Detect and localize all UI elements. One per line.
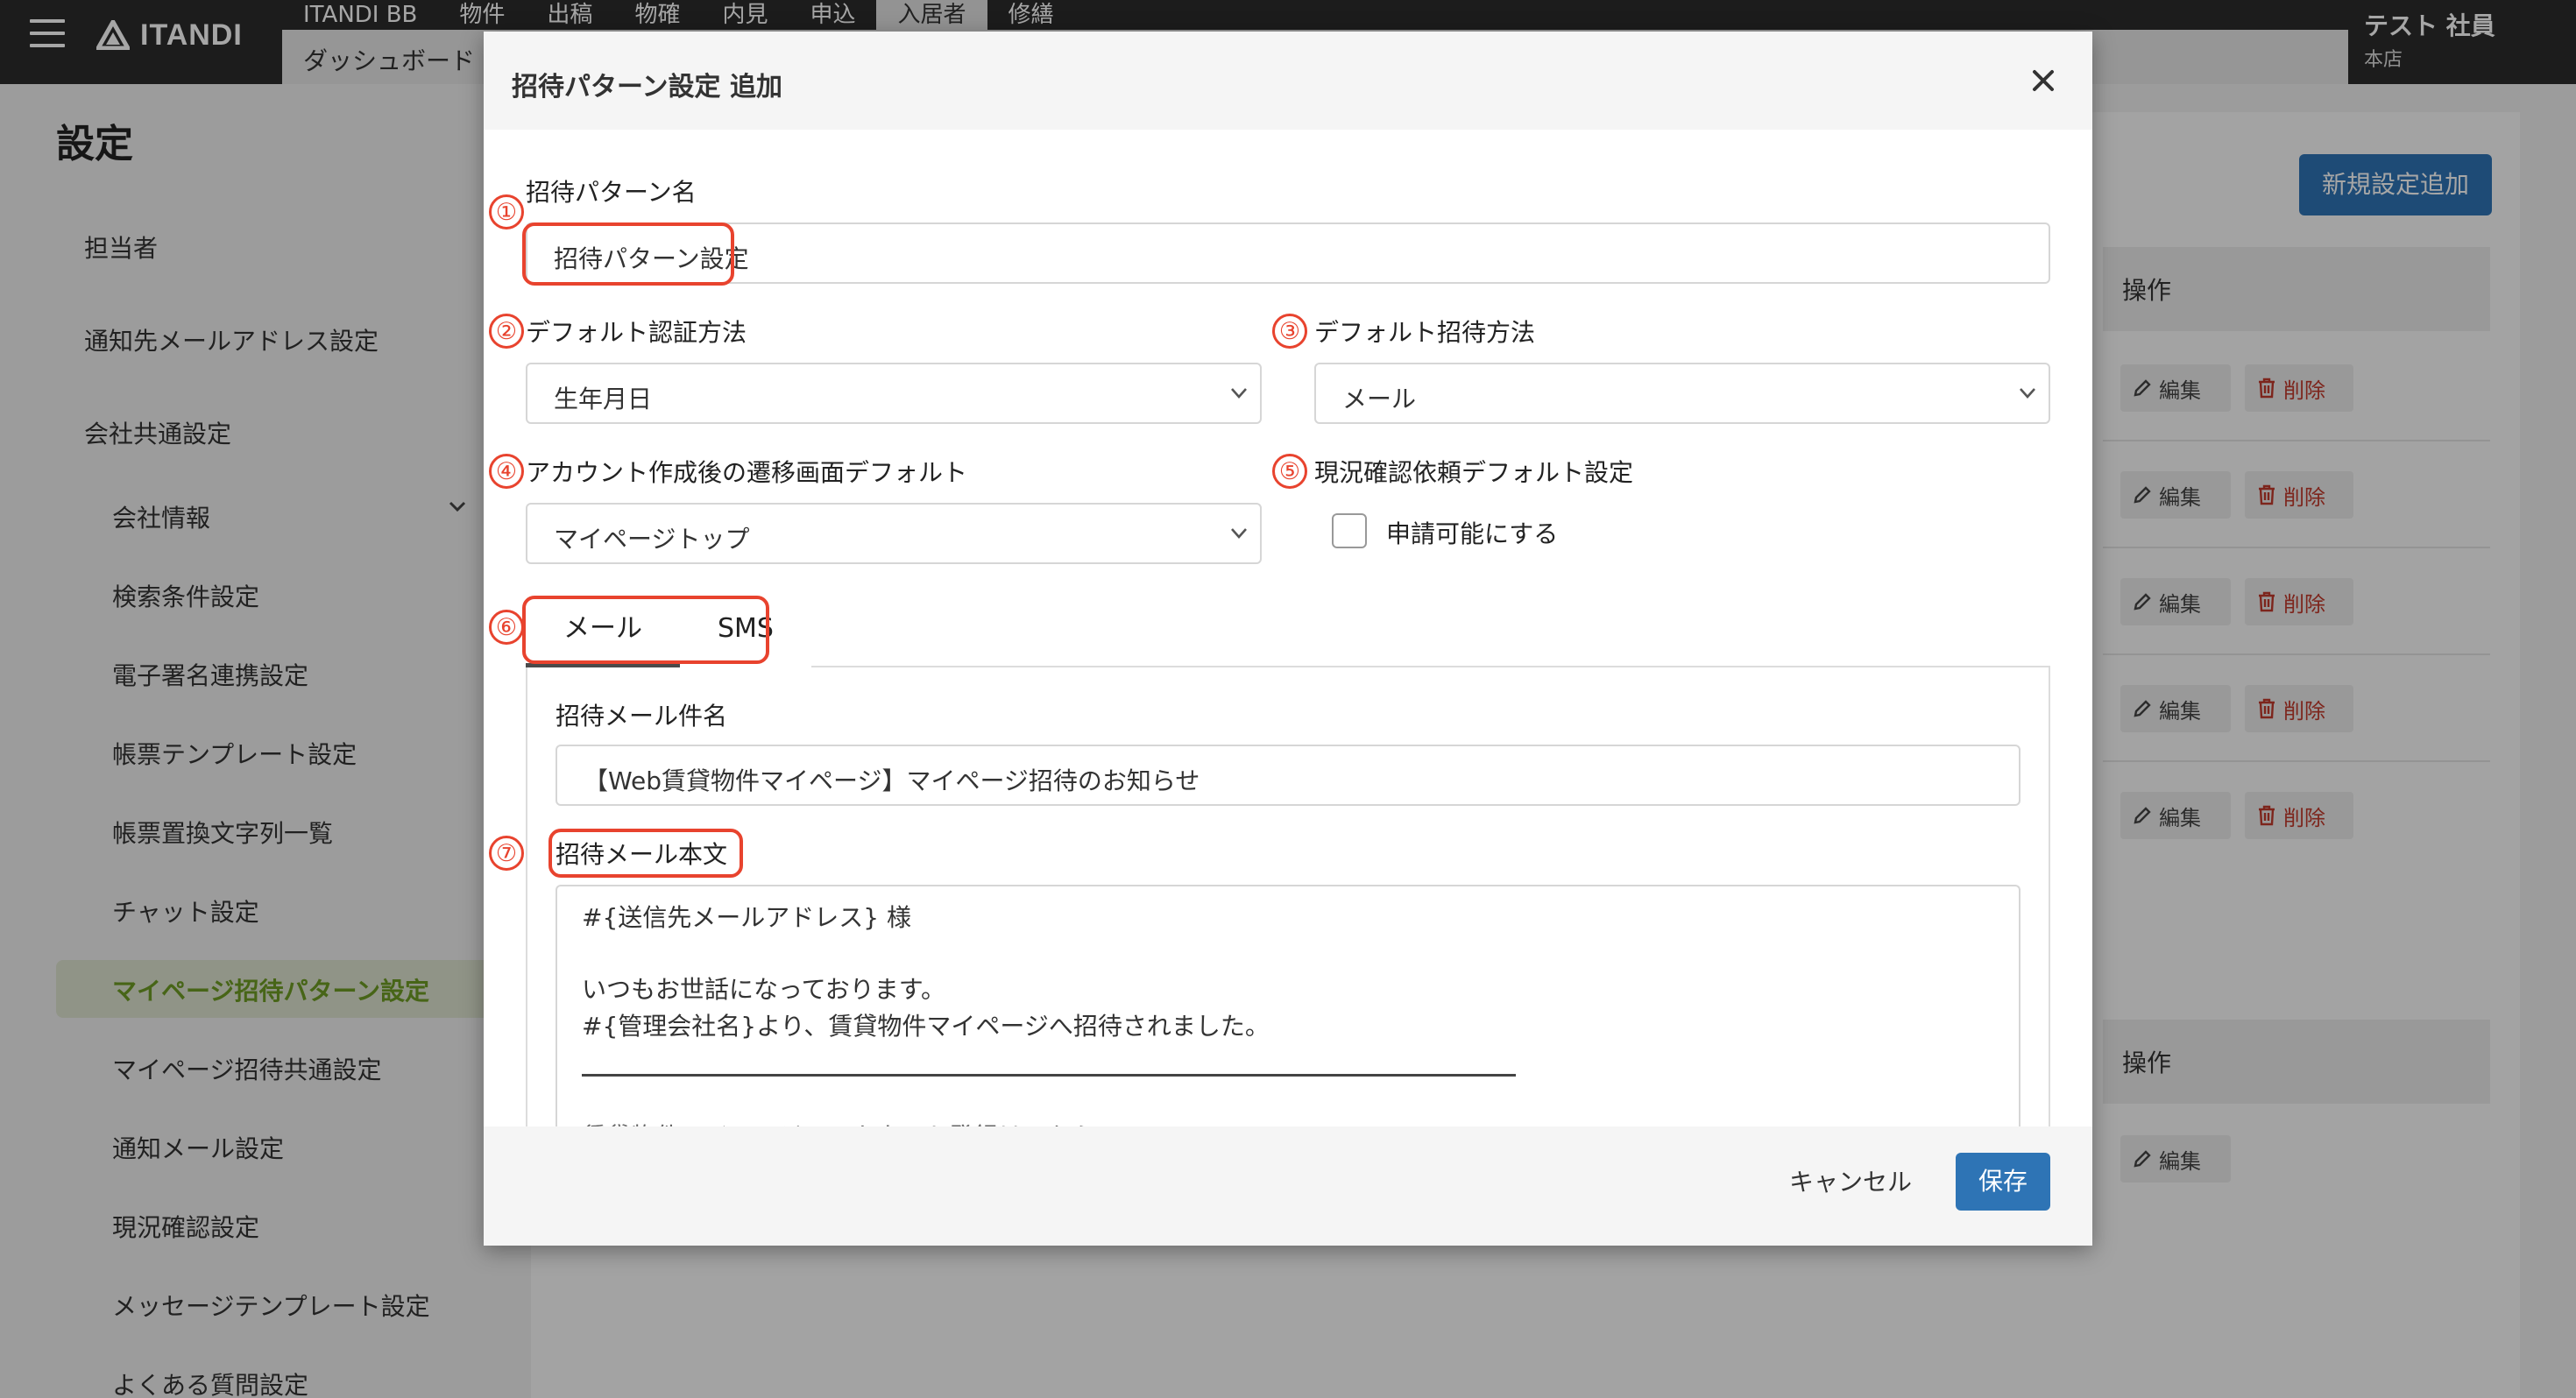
status-check-option[interactable]: 申請可能にする: [1386, 515, 1558, 550]
invite-method-label: デフォルト招待方法: [1314, 318, 1536, 347]
pattern-name-label: 招待パターン名: [526, 178, 697, 207]
chevron-down-icon: [2020, 388, 2035, 399]
mail-subject-label: 招待メール件名: [556, 702, 728, 731]
annotation-number: ⑦: [489, 836, 524, 871]
mail-body-line: #{管理会社名}より、賃貸物件マイページへ招待されました。: [582, 1012, 1270, 1041]
auth-method-label: デフォルト認証方法: [526, 318, 747, 347]
annotation-highlight: [548, 829, 743, 878]
chevron-down-icon: [1231, 528, 1247, 539]
invite-method-value: メール: [1342, 385, 1417, 413]
redirect-label: アカウント作成後の遷移画面デフォルト: [526, 458, 968, 487]
auth-method-value: 生年月日: [554, 385, 653, 413]
annotation-highlight: [522, 596, 769, 664]
auth-method-select[interactable]: 生年月日: [526, 363, 1262, 424]
pattern-name-input[interactable]: 招待パターン設定: [526, 222, 2050, 284]
modal-footer: キャンセル 保存: [484, 1126, 2092, 1246]
mail-body-textarea[interactable]: #{送信先メールアドレス} 様 いつもお世話になっております。 #{管理会社名}…: [556, 885, 2020, 1126]
save-button[interactable]: 保存: [1956, 1153, 2050, 1211]
invite-pattern-modal: 招待パターン設定 追加 招待パターン名 招待パターン設定 デフォルト認証方法 生…: [484, 32, 2092, 1246]
invite-method-select[interactable]: メール: [1314, 363, 2050, 424]
mail-subject-input[interactable]: 【Web賃貸物件マイページ】マイページ招待のお知らせ: [556, 745, 2020, 806]
mail-body-divider: [582, 1074, 1516, 1077]
mail-body-line: #{送信先メールアドレス} 様: [582, 903, 911, 932]
cancel-button[interactable]: キャンセル: [1789, 1163, 1912, 1198]
annotation-highlight: [522, 222, 734, 286]
annotation-number: ③: [1272, 314, 1307, 349]
annotation-number: ①: [489, 194, 524, 229]
modal-header: 招待パターン設定 追加: [484, 32, 2092, 130]
annotation-number: ④: [489, 454, 524, 489]
modal-title: 招待パターン設定 追加: [512, 72, 782, 102]
chevron-down-icon: [1231, 388, 1247, 399]
redirect-select[interactable]: マイページトップ: [526, 503, 1262, 564]
status-check-label: 現況確認依頼デフォルト設定: [1314, 458, 1634, 487]
annotation-number: ②: [489, 314, 524, 349]
mail-body-line: 賃貸物件マイページのアカウント登録はこちら: [582, 1118, 1096, 1126]
redirect-value: マイページトップ: [554, 525, 750, 554]
annotation-number: ⑥: [489, 610, 524, 645]
mail-body-line: いつもお世話になっております。: [582, 975, 945, 1004]
status-check-checkbox[interactable]: [1332, 513, 1367, 548]
close-icon[interactable]: [2029, 67, 2057, 95]
annotation-number: ⑤: [1272, 454, 1307, 489]
